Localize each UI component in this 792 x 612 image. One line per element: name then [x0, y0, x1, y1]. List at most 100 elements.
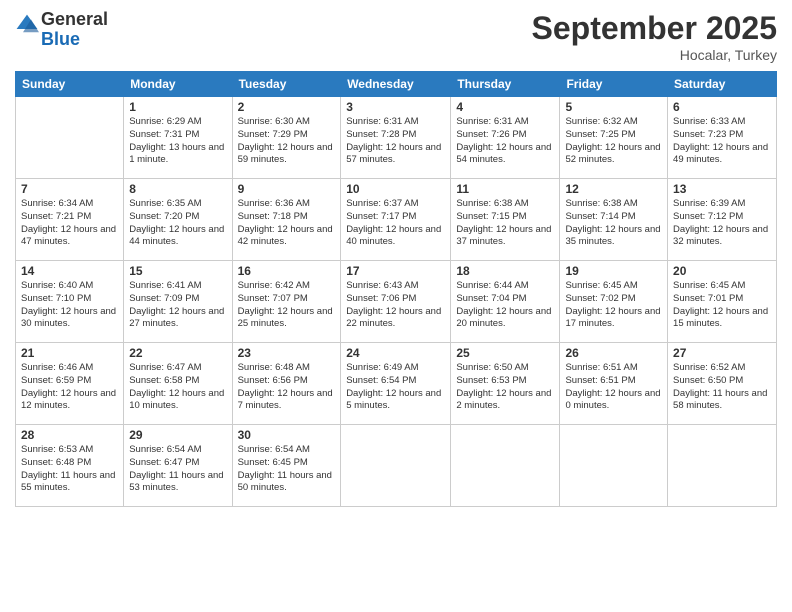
day-number: 5: [565, 100, 662, 114]
table-row: 15Sunrise: 6:41 AM Sunset: 7:09 PM Dayli…: [124, 261, 232, 343]
table-row: 20 Sunrise: 6:45 AM Sunset: 7:01 PM Dayli…: [668, 261, 777, 343]
day-number: 3: [346, 100, 445, 114]
day-info: Sunrise: 6:43 AM Sunset: 7:06 PM Dayligh…: [346, 280, 445, 331]
day-info: Sunrise: 6:47 AM Sunset: 6:58 PM Dayligh…: [129, 362, 226, 413]
table-row: 9Sunrise: 6:36 AM Sunset: 7:18 PM Daylig…: [232, 179, 341, 261]
table-row: [16, 97, 124, 179]
day-info: Sunrise: 6:37 AM Sunset: 7:17 PM Dayligh…: [346, 198, 445, 249]
day-number: 20: [673, 264, 771, 278]
day-info: Sunrise: 6:33 AM Sunset: 7:23 PM Dayligh…: [673, 116, 771, 167]
day-number: 17: [346, 264, 445, 278]
logo-icon: [15, 13, 39, 37]
day-number: 6: [673, 100, 771, 114]
table-row: 10 Sunrise: 6:37 AM Sunset: 7:17 PM Dayli…: [341, 179, 451, 261]
day-info: Sunrise: 6:46 AM Sunset: 6:59 PM Dayligh…: [21, 362, 118, 413]
day-info: Sunrise: 6:39 AM Sunset: 7:12 PM Dayligh…: [673, 198, 771, 249]
col-monday: Monday: [124, 72, 232, 97]
table-row: 4 Sunrise: 6:31 AM Sunset: 7:26 PM Daylig…: [451, 97, 560, 179]
day-number: 18: [456, 264, 554, 278]
day-info: Sunrise: 6:41 AM Sunset: 7:09 PM Dayligh…: [129, 280, 226, 331]
day-number: 25: [456, 346, 554, 360]
day-number: 4: [456, 100, 554, 114]
table-row: 26Sunrise: 6:51 AM Sunset: 6:51 PM Dayli…: [560, 343, 668, 425]
day-info: Sunrise: 6:31 AM Sunset: 7:28 PM Dayligh…: [346, 116, 445, 167]
day-number: 21: [21, 346, 118, 360]
day-info: Sunrise: 6:50 AM Sunset: 6:53 PM Dayligh…: [456, 362, 554, 413]
day-info: Sunrise: 6:45 AM Sunset: 7:02 PM Dayligh…: [565, 280, 662, 331]
table-row: [560, 425, 668, 507]
day-number: 28: [21, 428, 118, 442]
day-number: 23: [238, 346, 336, 360]
day-info: Sunrise: 6:31 AM Sunset: 7:26 PM Dayligh…: [456, 116, 554, 167]
table-row: 8Sunrise: 6:35 AM Sunset: 7:20 PM Daylig…: [124, 179, 232, 261]
day-info: Sunrise: 6:44 AM Sunset: 7:04 PM Dayligh…: [456, 280, 554, 331]
day-number: 19: [565, 264, 662, 278]
table-row: 23 Sunrise: 6:48 AM Sunset: 6:56 PM Dayli…: [232, 343, 341, 425]
table-row: 13 Sunrise: 6:39 AM Sunset: 7:12 PM Dayli…: [668, 179, 777, 261]
day-info: Sunrise: 6:51 AM Sunset: 6:51 PM Dayligh…: [565, 362, 662, 413]
day-info: Sunrise: 6:54 AM Sunset: 6:47 PM Dayligh…: [129, 444, 226, 495]
table-row: 22 Sunrise: 6:47 AM Sunset: 6:58 PM Dayli…: [124, 343, 232, 425]
table-row: 18 Sunrise: 6:44 AM Sunset: 7:04 PM Dayli…: [451, 261, 560, 343]
table-row: 7 Sunrise: 6:34 AM Sunset: 7:21 PM Daylig…: [16, 179, 124, 261]
calendar-subtitle: Hocalar, Turkey: [532, 47, 777, 63]
day-number: 29: [129, 428, 226, 442]
table-row: 3 Sunrise: 6:31 AM Sunset: 7:28 PM Daylig…: [341, 97, 451, 179]
table-row: 16Sunrise: 6:42 AM Sunset: 7:07 PM Dayli…: [232, 261, 341, 343]
day-info: Sunrise: 6:36 AM Sunset: 7:18 PM Dayligh…: [238, 198, 336, 249]
day-number: 13: [673, 182, 771, 196]
calendar-header-row: Sunday Monday Tuesday Wednesday Thursday…: [16, 72, 777, 97]
table-row: 27 Sunrise: 6:52 AM Sunset: 6:50 PM Dayli…: [668, 343, 777, 425]
day-number: 2: [238, 100, 336, 114]
table-row: 21 Sunrise: 6:46 AM Sunset: 6:59 PM Dayli…: [16, 343, 124, 425]
table-row: [451, 425, 560, 507]
day-number: 22: [129, 346, 226, 360]
page-header: GeneralBlue September 2025 Hocalar, Turk…: [15, 10, 777, 63]
calendar-week-row: 7 Sunrise: 6:34 AM Sunset: 7:21 PM Daylig…: [16, 179, 777, 261]
table-row: 12 Sunrise: 6:38 AM Sunset: 7:14 PM Dayli…: [560, 179, 668, 261]
day-number: 1: [129, 100, 226, 114]
title-block: September 2025 Hocalar, Turkey: [532, 10, 777, 63]
day-number: 27: [673, 346, 771, 360]
day-info: Sunrise: 6:34 AM Sunset: 7:21 PM Dayligh…: [21, 198, 118, 249]
col-sunday: Sunday: [16, 72, 124, 97]
day-info: Sunrise: 6:45 AM Sunset: 7:01 PM Dayligh…: [673, 280, 771, 331]
day-number: 16: [238, 264, 336, 278]
table-row: 30Sunrise: 6:54 AM Sunset: 6:45 PM Dayli…: [232, 425, 341, 507]
table-row: 29 Sunrise: 6:54 AM Sunset: 6:47 PM Dayli…: [124, 425, 232, 507]
col-tuesday: Tuesday: [232, 72, 341, 97]
day-info: Sunrise: 6:29 AM Sunset: 7:31 PM Dayligh…: [129, 116, 226, 167]
col-thursday: Thursday: [451, 72, 560, 97]
table-row: 25 Sunrise: 6:50 AM Sunset: 6:53 PM Dayli…: [451, 343, 560, 425]
day-info: Sunrise: 6:52 AM Sunset: 6:50 PM Dayligh…: [673, 362, 771, 413]
day-number: 10: [346, 182, 445, 196]
day-info: Sunrise: 6:54 AM Sunset: 6:45 PM Dayligh…: [238, 444, 336, 495]
table-row: 24 Sunrise: 6:49 AM Sunset: 6:54 PM Dayli…: [341, 343, 451, 425]
table-row: 11 Sunrise: 6:38 AM Sunset: 7:15 PM Dayli…: [451, 179, 560, 261]
table-row: 5Sunrise: 6:32 AM Sunset: 7:25 PM Daylig…: [560, 97, 668, 179]
col-friday: Friday: [560, 72, 668, 97]
logo: GeneralBlue: [15, 10, 108, 50]
day-info: Sunrise: 6:53 AM Sunset: 6:48 PM Dayligh…: [21, 444, 118, 495]
day-info: Sunrise: 6:38 AM Sunset: 7:15 PM Dayligh…: [456, 198, 554, 249]
day-number: 7: [21, 182, 118, 196]
calendar-table: Sunday Monday Tuesday Wednesday Thursday…: [15, 71, 777, 507]
day-info: Sunrise: 6:48 AM Sunset: 6:56 PM Dayligh…: [238, 362, 336, 413]
day-number: 24: [346, 346, 445, 360]
table-row: 6 Sunrise: 6:33 AM Sunset: 7:23 PM Daylig…: [668, 97, 777, 179]
day-info: Sunrise: 6:38 AM Sunset: 7:14 PM Dayligh…: [565, 198, 662, 249]
calendar-title: September 2025: [532, 10, 777, 47]
day-info: Sunrise: 6:40 AM Sunset: 7:10 PM Dayligh…: [21, 280, 118, 331]
day-number: 11: [456, 182, 554, 196]
logo-text: GeneralBlue: [41, 10, 108, 50]
table-row: 28 Sunrise: 6:53 AM Sunset: 6:48 PM Dayli…: [16, 425, 124, 507]
day-number: 12: [565, 182, 662, 196]
calendar-week-row: 14Sunrise: 6:40 AM Sunset: 7:10 PM Dayli…: [16, 261, 777, 343]
day-info: Sunrise: 6:49 AM Sunset: 6:54 PM Dayligh…: [346, 362, 445, 413]
calendar-week-row: 28 Sunrise: 6:53 AM Sunset: 6:48 PM Dayli…: [16, 425, 777, 507]
col-saturday: Saturday: [668, 72, 777, 97]
table-row: 1 Sunrise: 6:29 AM Sunset: 7:31 PM Daylig…: [124, 97, 232, 179]
calendar-week-row: 1 Sunrise: 6:29 AM Sunset: 7:31 PM Daylig…: [16, 97, 777, 179]
table-row: 14Sunrise: 6:40 AM Sunset: 7:10 PM Dayli…: [16, 261, 124, 343]
day-info: Sunrise: 6:35 AM Sunset: 7:20 PM Dayligh…: [129, 198, 226, 249]
